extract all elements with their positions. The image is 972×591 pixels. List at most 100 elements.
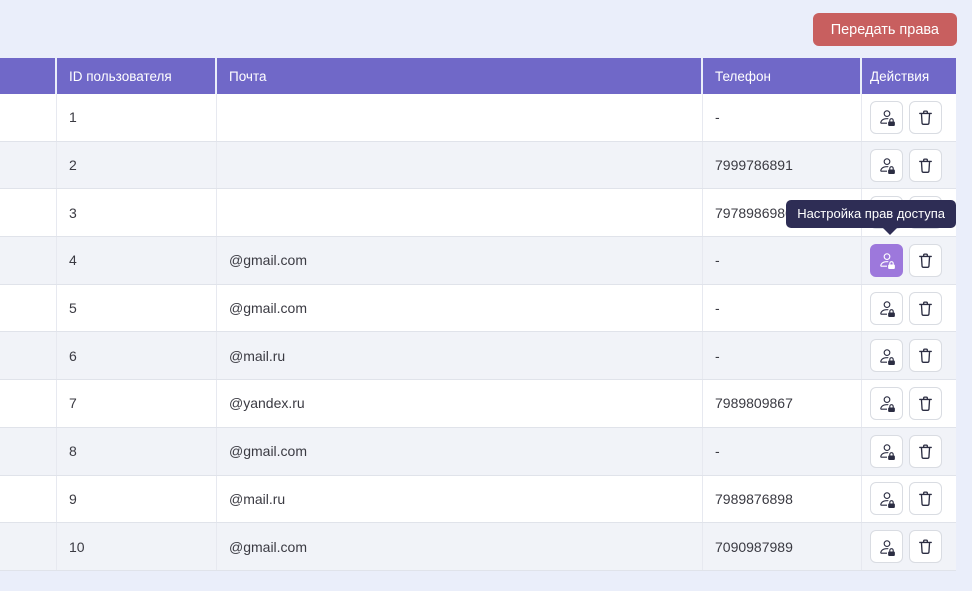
- person-lock-icon: [878, 490, 896, 508]
- permissions-button[interactable]: [870, 387, 903, 420]
- cell-blank: [0, 189, 57, 236]
- permissions-button[interactable]: [870, 530, 903, 563]
- permissions-button[interactable]: [870, 339, 903, 372]
- cell-user-id: 8: [57, 428, 217, 475]
- cell-actions: [862, 94, 956, 141]
- transfer-rights-button[interactable]: Передать права: [813, 13, 957, 46]
- delete-button[interactable]: [909, 387, 942, 420]
- cell-email: @gmail.com: [217, 285, 703, 332]
- cell-phone: -: [703, 285, 862, 332]
- cell-blank: [0, 285, 57, 332]
- delete-button[interactable]: [909, 101, 942, 134]
- cell-user-id: 2: [57, 142, 217, 189]
- delete-button[interactable]: [909, 435, 942, 468]
- trash-icon: [917, 443, 934, 460]
- trash-icon: [917, 252, 934, 269]
- users-table: ID пользователя Почта Телефон Действия 1…: [0, 58, 956, 571]
- cell-actions: [862, 380, 956, 427]
- delete-button[interactable]: [909, 292, 942, 325]
- cell-blank: [0, 237, 57, 284]
- cell-phone: -: [703, 428, 862, 475]
- person-lock-icon: [878, 347, 896, 365]
- trash-icon: [917, 300, 934, 317]
- cell-email: @yandex.ru: [217, 380, 703, 427]
- cell-blank: [0, 428, 57, 475]
- delete-button[interactable]: [909, 244, 942, 277]
- cell-email: @gmail.com: [217, 237, 703, 284]
- permissions-button[interactable]: [870, 292, 903, 325]
- header-blank: [0, 58, 57, 94]
- cell-phone: 7999786891: [703, 142, 862, 189]
- cell-actions: [862, 285, 956, 332]
- cell-actions: [862, 523, 956, 570]
- cell-user-id: 5: [57, 285, 217, 332]
- cell-blank: [0, 380, 57, 427]
- person-lock-icon: [878, 156, 896, 174]
- cell-phone: -: [703, 94, 862, 141]
- person-lock-icon: [878, 108, 896, 126]
- table-row: 7 @yandex.ru 7989809867: [0, 380, 956, 428]
- cell-email: @mail.ru: [217, 332, 703, 379]
- trash-icon: [917, 347, 934, 364]
- cell-blank: [0, 142, 57, 189]
- table-row: 6 @mail.ru -: [0, 332, 956, 380]
- cell-user-id: 10: [57, 523, 217, 570]
- person-lock-icon: [878, 538, 896, 556]
- trash-icon: [917, 538, 934, 555]
- cell-phone: -: [703, 332, 862, 379]
- table-row: 2 7999786891: [0, 142, 956, 190]
- permissions-button[interactable]: [870, 482, 903, 515]
- header-email: Почта: [217, 58, 703, 94]
- header-phone: Телефон: [703, 58, 862, 94]
- access-rights-tooltip: Настройка прав доступа: [786, 200, 956, 228]
- trash-icon: [917, 490, 934, 507]
- person-lock-icon: [878, 299, 896, 317]
- cell-blank: [0, 523, 57, 570]
- cell-actions: [862, 142, 956, 189]
- cell-blank: [0, 476, 57, 523]
- cell-user-id: 9: [57, 476, 217, 523]
- table-body: 1 - 2 7999786891: [0, 94, 956, 571]
- cell-phone: 7090987989: [703, 523, 862, 570]
- tooltip-text: Настройка прав доступа: [797, 206, 945, 221]
- table-row: 4 @gmail.com -: [0, 237, 956, 285]
- cell-email: [217, 142, 703, 189]
- cell-actions: [862, 428, 956, 475]
- table-row: 8 @gmail.com -: [0, 428, 956, 476]
- trash-icon: [917, 109, 934, 126]
- table-row: 10 @gmail.com 7090987989: [0, 523, 956, 571]
- table-row: 9 @mail.ru 7989876898: [0, 476, 956, 524]
- permissions-button[interactable]: [870, 149, 903, 182]
- header-user-id: ID пользователя: [57, 58, 217, 94]
- table-row: 5 @gmail.com -: [0, 285, 956, 333]
- cell-user-id: 3: [57, 189, 217, 236]
- cell-email: @gmail.com: [217, 523, 703, 570]
- person-lock-icon: [878, 394, 896, 412]
- delete-button[interactable]: [909, 530, 942, 563]
- table-row: 1 -: [0, 94, 956, 142]
- cell-blank: [0, 332, 57, 379]
- cell-user-id: 4: [57, 237, 217, 284]
- cell-user-id: 6: [57, 332, 217, 379]
- cell-email: @gmail.com: [217, 428, 703, 475]
- cell-phone: 7989876898: [703, 476, 862, 523]
- cell-phone: -: [703, 237, 862, 284]
- delete-button[interactable]: [909, 339, 942, 372]
- delete-button[interactable]: [909, 482, 942, 515]
- delete-button[interactable]: [909, 149, 942, 182]
- cell-user-id: 7: [57, 380, 217, 427]
- tooltip-arrow-icon: [882, 227, 898, 235]
- header-actions: Действия: [862, 58, 956, 94]
- cell-blank: [0, 94, 57, 141]
- person-lock-icon: [878, 442, 896, 460]
- trash-icon: [917, 157, 934, 174]
- cell-actions: [862, 237, 956, 284]
- cell-email: [217, 189, 703, 236]
- cell-actions: [862, 476, 956, 523]
- permissions-button[interactable]: [870, 435, 903, 468]
- cell-user-id: 1: [57, 94, 217, 141]
- trash-icon: [917, 395, 934, 412]
- person-lock-icon: [878, 251, 896, 269]
- permissions-button[interactable]: [870, 101, 903, 134]
- permissions-button[interactable]: [870, 244, 903, 277]
